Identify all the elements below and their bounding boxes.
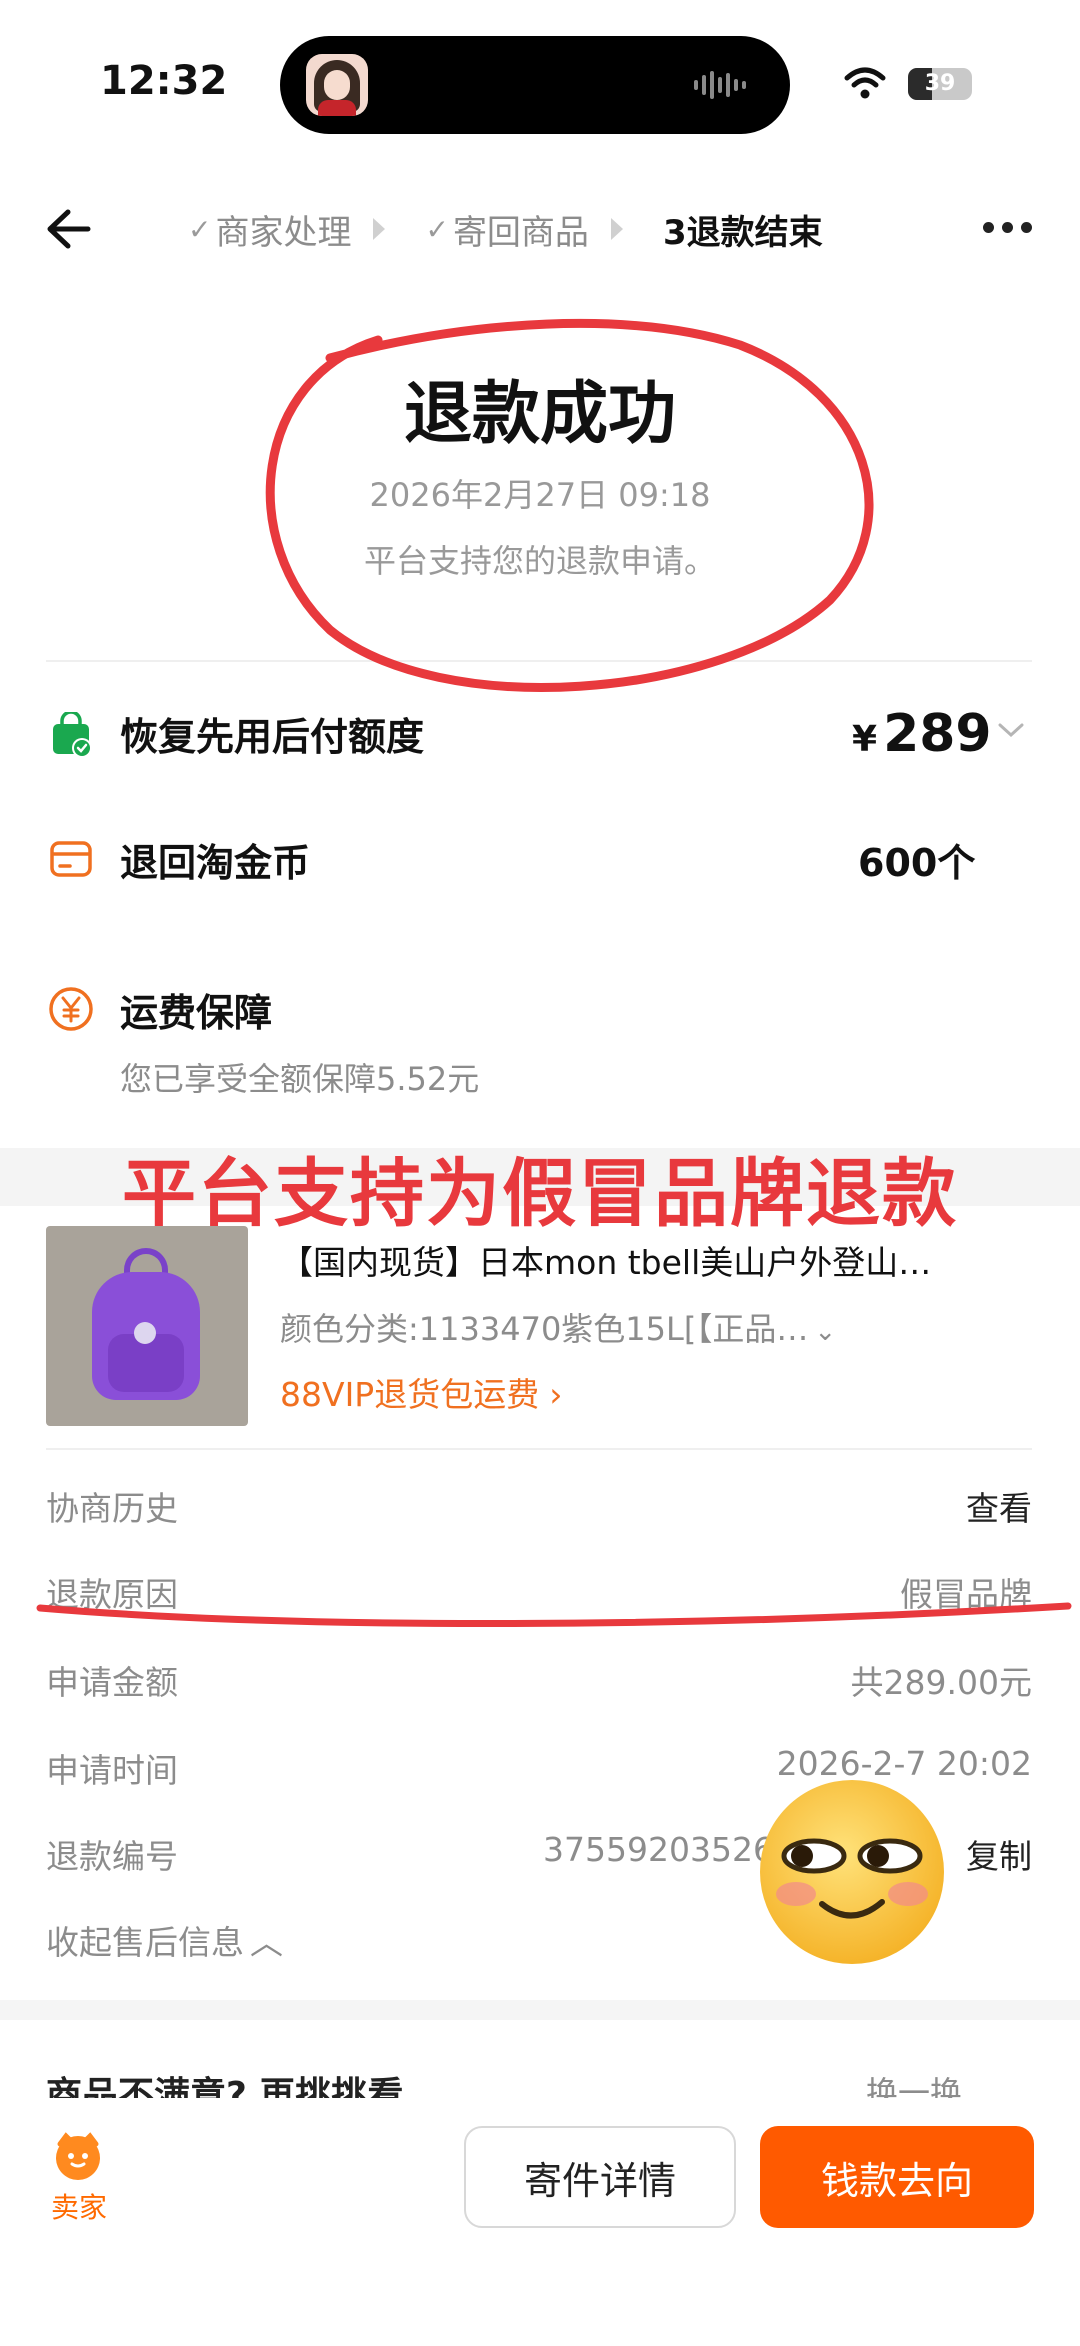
- step-label: 3退款结束: [662, 212, 823, 253]
- reason-value: 假冒品牌: [900, 1575, 1032, 1614]
- annotation-banner: 平台支持为假冒品牌退款: [122, 1151, 958, 1237]
- currency-symbol: ¥: [852, 719, 878, 760]
- divider: [46, 660, 1032, 662]
- money-flow-button[interactable]: 钱款去向: [760, 2126, 1034, 2228]
- step-label: 寄回商品: [452, 212, 589, 253]
- product-spec: 颜色分类:1133470紫色15L[【正品… ⌄: [280, 1304, 836, 1350]
- apply-time-label: 申请时间: [46, 1751, 178, 1790]
- step-separator-icon: [610, 218, 623, 240]
- chevron-down-icon[interactable]: [996, 720, 1026, 740]
- status-time: 12:32: [100, 58, 228, 104]
- refund-id-label: 退款编号: [46, 1837, 178, 1876]
- step-label: 商家处理: [215, 212, 352, 253]
- check-icon: ✓: [425, 212, 449, 246]
- refund-credit-amount: ¥289: [852, 704, 992, 764]
- divider: [46, 1448, 1032, 1450]
- shopping-bag-check-icon: [53, 712, 92, 758]
- progress-steps: ✓ 商家处理 ✓ 寄回商品 3退款结束: [188, 204, 823, 254]
- reason-label: 退款原因: [46, 1575, 178, 1614]
- chevron-down-icon: ⌄: [814, 1317, 837, 1347]
- amount-value: 共289.00元: [850, 1663, 1032, 1702]
- step-return: ✓ 寄回商品: [425, 205, 588, 254]
- shipping-detail-button[interactable]: 寄件详情: [464, 2126, 736, 2228]
- history-label: 协商历史: [46, 1489, 178, 1528]
- back-arrow-icon[interactable]: [40, 200, 98, 258]
- wifi-icon: [844, 67, 886, 99]
- collapse-info-toggle[interactable]: 收起售后信息 ︿: [46, 1916, 283, 1964]
- chevron-up-icon: ︿: [250, 1923, 283, 1962]
- refund-coin-value: 600个: [858, 841, 976, 885]
- yen-circle-icon: [49, 987, 93, 1031]
- avatar: [306, 54, 368, 116]
- audio-wave-icon: [694, 70, 746, 100]
- smirk-emoji-icon: [760, 1780, 944, 1964]
- refund-coin-label: 退回淘金币: [120, 841, 311, 885]
- refund-credit-label: 恢复先用后付额度: [120, 715, 425, 759]
- history-view-link[interactable]: 查看: [966, 1482, 1032, 1530]
- result-time: 2026年2月27日 09:18: [369, 476, 711, 514]
- product-image[interactable]: [46, 1226, 248, 1426]
- collapse-label: 收起售后信息: [46, 1923, 244, 1962]
- chevron-right-icon: ›: [549, 1375, 563, 1414]
- section-gap: [0, 2000, 1080, 2020]
- amount-value: 289: [883, 704, 992, 764]
- step-merchant: ✓ 商家处理: [188, 205, 351, 254]
- seller-icon[interactable]: [52, 2130, 104, 2182]
- copy-button[interactable]: 复制: [966, 1830, 1032, 1878]
- shipping-guarantee-label: 运费保障: [120, 991, 273, 1035]
- battery-level: 39: [924, 71, 956, 96]
- step-separator-icon: [373, 218, 386, 240]
- coin-card-icon: [50, 841, 92, 877]
- vip-promo-text: 88VIP退货包运费: [280, 1375, 540, 1414]
- check-icon: ✓: [188, 212, 212, 246]
- result-description: 平台支持您的退款申请。: [363, 542, 716, 580]
- more-icon[interactable]: [983, 222, 1032, 233]
- refund-id-value: 37559203526: [543, 1830, 774, 1869]
- shipping-guarantee-note: 您已享受全额保障5.52元: [120, 1060, 480, 1098]
- product-spec-text: 颜色分类:1133470紫色15L[【正品…: [280, 1310, 809, 1348]
- vip-promo-link[interactable]: 88VIP退货包运费 ›: [280, 1368, 562, 1416]
- product-title[interactable]: 【国内现货】日本mon tbell美山户外登山…: [280, 1236, 931, 1284]
- seller-label[interactable]: 卖家: [44, 2186, 114, 2226]
- page-title: 退款成功: [403, 375, 676, 454]
- amount-label: 申请金额: [46, 1663, 178, 1702]
- battery-indicator: 39: [908, 68, 972, 100]
- step-done: 3退款结束: [663, 205, 823, 254]
- dynamic-island: [280, 36, 790, 134]
